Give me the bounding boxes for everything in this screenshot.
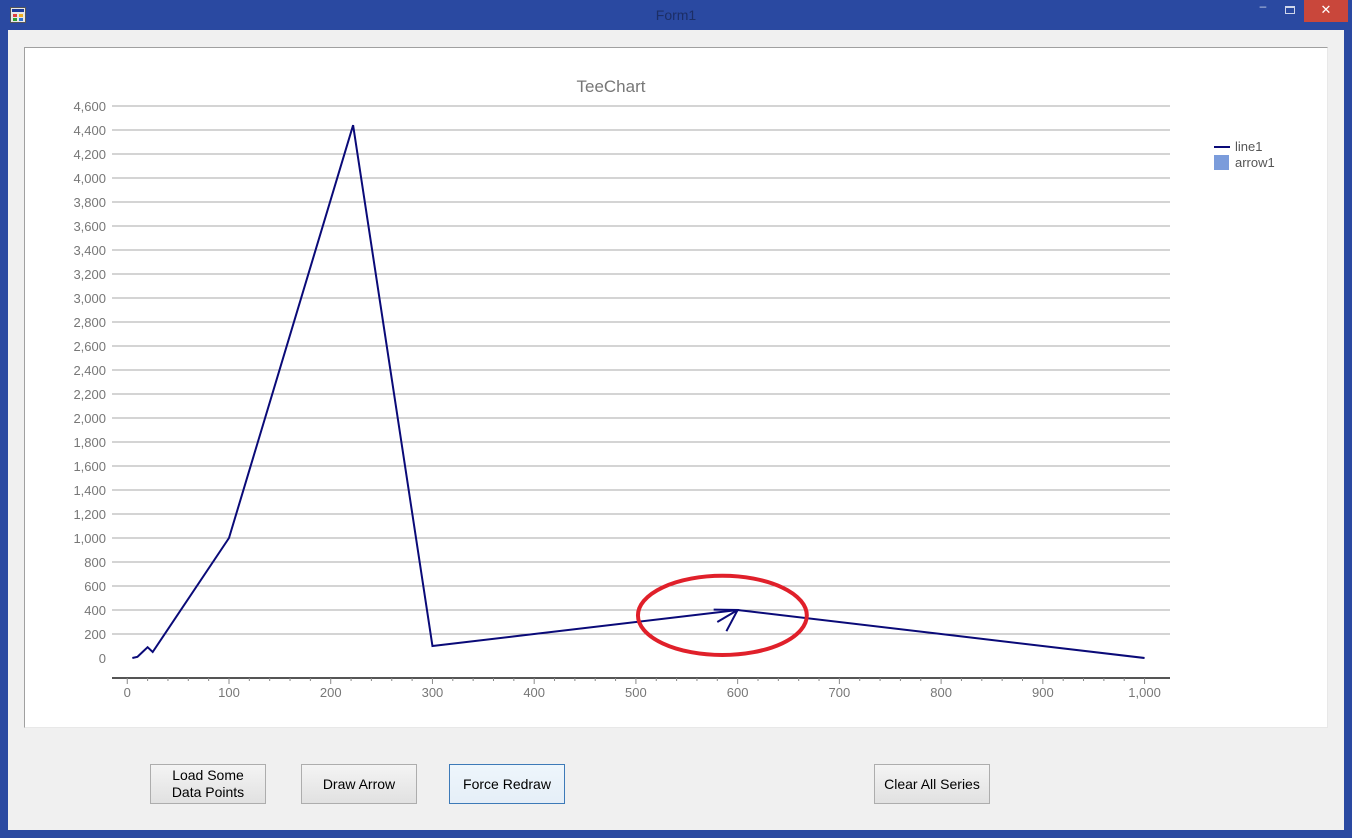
y-tick-label: 200 bbox=[84, 627, 106, 642]
x-tick-label: 500 bbox=[625, 685, 647, 700]
title-bar[interactable]: Form1 – ✕ bbox=[0, 0, 1352, 30]
y-tick-label: 4,000 bbox=[73, 171, 106, 186]
y-tick-label: 3,600 bbox=[73, 219, 106, 234]
x-tick-label: 800 bbox=[930, 685, 952, 700]
form-client-area: TeeChart 0 200 400 600 800 1,000 1,200 1,400 1,60… bbox=[8, 30, 1344, 830]
y-tick-label: 2,400 bbox=[73, 363, 106, 378]
x-tick-label: 100 bbox=[218, 685, 240, 700]
close-button[interactable]: ✕ bbox=[1304, 0, 1348, 22]
y-tick-label: 3,200 bbox=[73, 267, 106, 282]
y-tick-label: 3,800 bbox=[73, 195, 106, 210]
legend-arrow1-label: arrow1 bbox=[1235, 155, 1275, 170]
maximize-icon bbox=[1285, 6, 1295, 14]
y-tick-label: 1,800 bbox=[73, 435, 106, 450]
line1-series bbox=[132, 124, 1145, 659]
y-tick-label: 2,200 bbox=[73, 387, 106, 402]
y-tick-label: 1,600 bbox=[73, 459, 106, 474]
draw-arrow-button[interactable]: Draw Arrow bbox=[301, 764, 417, 804]
y-tick-label: 400 bbox=[84, 603, 106, 618]
application-window: Form1 – ✕ TeeChart 0 200 400 600 800 1,000 1,20… bbox=[0, 0, 1352, 838]
x-tick-label: 200 bbox=[320, 685, 342, 700]
y-tick-label: 4,400 bbox=[73, 123, 106, 138]
y-tick-label: 2,600 bbox=[73, 339, 106, 354]
chart-svg[interactable]: TeeChart 0 200 400 600 800 1,000 1,200 1,400 1,60… bbox=[25, 48, 1327, 727]
x-tick-label: 600 bbox=[727, 685, 749, 700]
teechart-control[interactable]: TeeChart 0 200 400 600 800 1,000 1,200 1,400 1,60… bbox=[24, 47, 1328, 728]
y-tick-label: 1,200 bbox=[73, 507, 106, 522]
minimize-icon: – bbox=[1259, 0, 1267, 13]
close-icon: ✕ bbox=[1320, 2, 1332, 17]
y-tick-label: 4,200 bbox=[73, 147, 106, 162]
load-data-points-button[interactable]: Load Some Data Points bbox=[150, 764, 266, 804]
y-tick-label: 3,400 bbox=[73, 243, 106, 258]
minimize-button[interactable]: – bbox=[1250, 0, 1276, 22]
window-title: Form1 bbox=[655, 7, 697, 23]
y-tick-label: 800 bbox=[84, 555, 106, 570]
x-tick-label: 1,000 bbox=[1128, 685, 1161, 700]
y-tick-label: 1,000 bbox=[73, 531, 106, 546]
y-tick-label: 4,600 bbox=[73, 99, 106, 114]
y-tick-label: 3,000 bbox=[73, 291, 106, 306]
clear-all-series-button[interactable]: Clear All Series bbox=[874, 764, 990, 804]
x-tick-label: 700 bbox=[829, 685, 851, 700]
maximize-button[interactable] bbox=[1277, 0, 1303, 22]
y-tick-label: 2,800 bbox=[73, 315, 106, 330]
y-tick-label: 2,000 bbox=[73, 411, 106, 426]
y-tick-label: 0 bbox=[99, 651, 106, 666]
y-tick-label: 600 bbox=[84, 579, 106, 594]
load-button-line1: Load Some bbox=[172, 767, 244, 783]
x-tick-label: 0 bbox=[124, 685, 131, 700]
y-tick-label: 1,400 bbox=[73, 483, 106, 498]
load-button-line2: Data Points bbox=[171, 784, 245, 800]
legend-line1-label: line1 bbox=[1235, 139, 1262, 154]
x-tick-label: 400 bbox=[523, 685, 545, 700]
chart-title: TeeChart bbox=[577, 77, 646, 96]
legend-arrow1-marker bbox=[1214, 155, 1229, 170]
x-tick-label: 900 bbox=[1032, 685, 1054, 700]
force-redraw-button[interactable]: Force Redraw bbox=[449, 764, 565, 804]
x-tick-label: 300 bbox=[422, 685, 444, 700]
